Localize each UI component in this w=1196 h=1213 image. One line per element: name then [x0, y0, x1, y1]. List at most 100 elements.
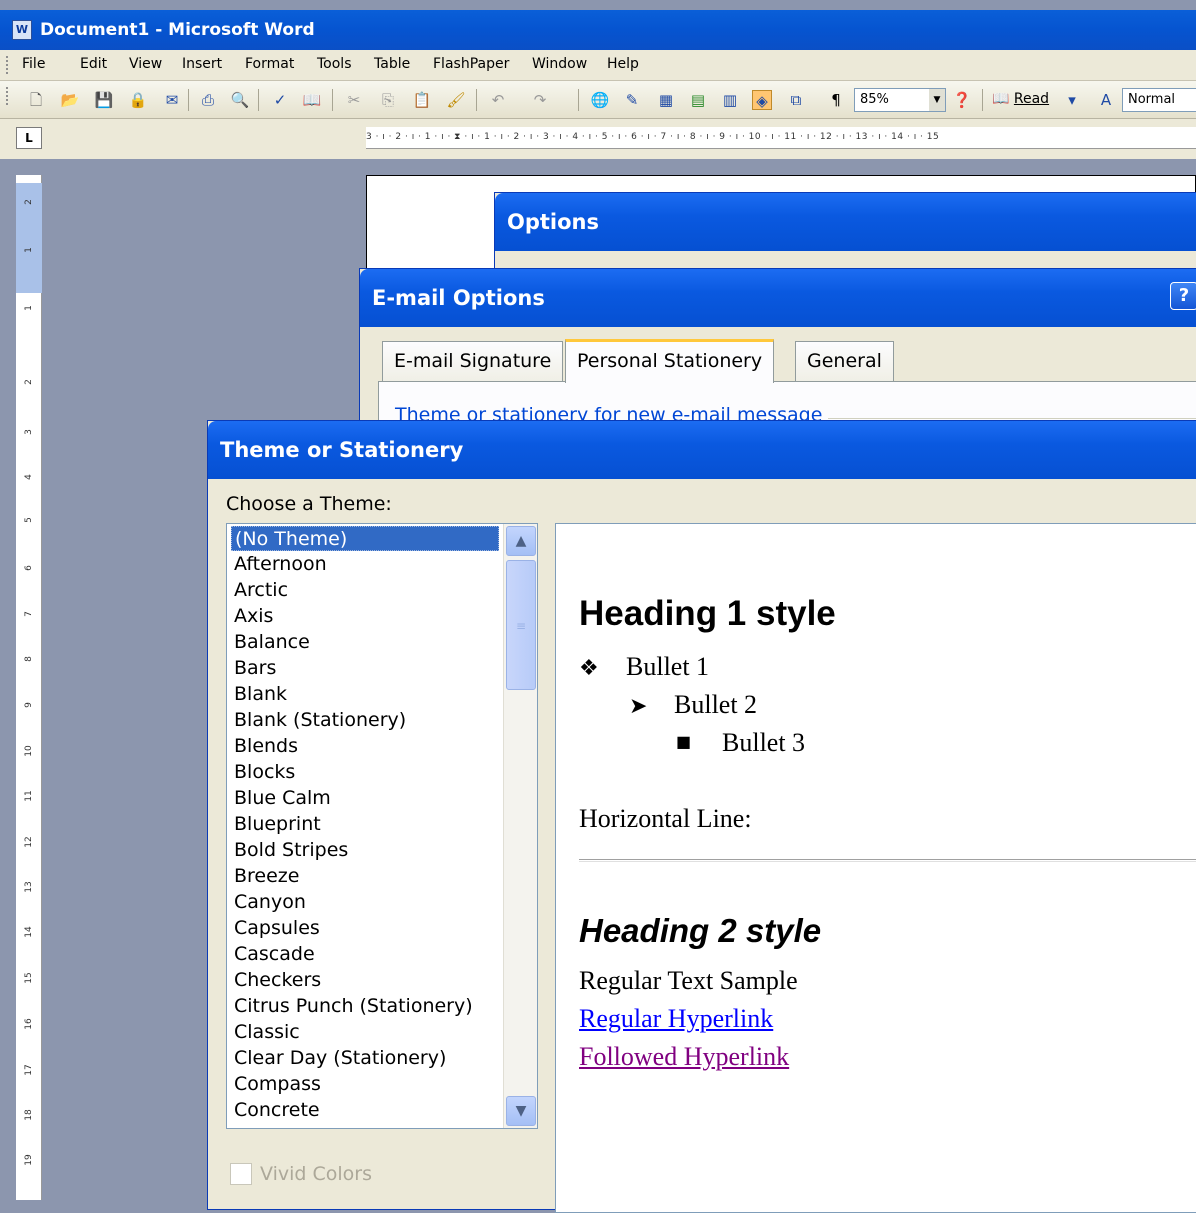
menu-table[interactable]: Table [374, 56, 410, 72]
toolbar-separator [258, 89, 259, 111]
options-dialog-title[interactable]: Options [495, 193, 1196, 251]
email-options-title-bar[interactable]: E-mail Options [360, 269, 1196, 327]
list-item[interactable]: Classic [231, 1020, 499, 1045]
new-document-icon[interactable]: 🗋 [26, 90, 46, 110]
list-item[interactable]: Blends [231, 734, 499, 759]
menu-edit[interactable]: Edit [80, 56, 107, 72]
word-icon[interactable]: W [12, 20, 32, 40]
list-item[interactable]: Blue Calm [231, 786, 499, 811]
zoom-select[interactable]: 85% ▼ [854, 88, 946, 112]
list-item[interactable]: Arctic [231, 578, 499, 603]
list-item[interactable]: Balance [231, 630, 499, 655]
vruler-mark: 5 [24, 517, 34, 523]
scroll-down-icon[interactable]: ▼ [506, 1096, 536, 1126]
vruler-mark: 13 [24, 881, 34, 893]
help-button[interactable]: ? [1170, 282, 1196, 310]
email-icon[interactable]: ✉ [162, 90, 182, 110]
list-item[interactable]: Blueprint [231, 812, 499, 837]
format-painter-icon[interactable]: 🖌 [446, 90, 466, 110]
list-item[interactable]: Clear Day (Stationery) [231, 1046, 499, 1071]
list-item[interactable]: Bold Stripes [231, 838, 499, 863]
toolbar-separator [332, 89, 333, 111]
preview-bullet2: Bullet 2 [674, 690, 758, 719]
help-icon[interactable]: ❓ [952, 90, 972, 110]
list-item[interactable]: Canyon [231, 890, 499, 915]
horizontal-ruler[interactable]: 3 · ı · 2 · ı · 1 · ı · ⧗ · ı · 1 · ı · … [366, 127, 1196, 149]
choose-theme-label: Choose a Theme: [226, 493, 392, 515]
drawing-icon[interactable]: ◈ [752, 90, 772, 110]
columns-icon[interactable]: ▥ [720, 90, 740, 110]
toolbar-options-icon[interactable]: ▾ [1062, 90, 1082, 110]
window-title-bar[interactable]: W Document1 - Microsoft Word [0, 10, 1196, 50]
four-diamonds-bullet-icon: ❖ [579, 656, 599, 681]
vruler-mark: 15 [24, 972, 34, 984]
undo-icon[interactable]: ↶ [488, 90, 508, 110]
print-preview-icon[interactable]: 🔍 [230, 90, 250, 110]
toolbar-separator [188, 89, 189, 111]
menu-tools[interactable]: Tools [317, 56, 352, 72]
list-item[interactable]: Afternoon [231, 552, 499, 577]
list-item[interactable]: Blocks [231, 760, 499, 785]
scroll-up-icon[interactable]: ▲ [506, 526, 536, 556]
theme-dialog-title: Theme or Stationery [220, 438, 464, 462]
document-map-icon[interactable]: ⧉ [786, 90, 806, 110]
chevron-down-icon[interactable]: ▼ [929, 89, 945, 111]
tab-email-signature[interactable]: E-mail Signature [382, 341, 564, 381]
list-item[interactable]: Cascade [231, 942, 499, 967]
menu-format[interactable]: Format [245, 56, 294, 72]
tables-borders-icon[interactable]: ✎ [622, 90, 642, 110]
copy-icon[interactable]: ⎘ [378, 90, 398, 110]
permission-icon[interactable]: 🔒 [128, 90, 148, 110]
theme-dialog-title-bar[interactable]: Theme or Stationery [208, 421, 1196, 479]
menu-flashpaper[interactable]: FlashPaper [433, 56, 509, 72]
list-item[interactable]: Compass [231, 1072, 499, 1097]
open-folder-icon[interactable]: 📂 [60, 90, 80, 110]
redo-icon[interactable]: ↷ [530, 90, 550, 110]
menu-file[interactable]: File [22, 56, 45, 72]
style-select[interactable]: Normal [1122, 88, 1196, 112]
vruler-mark: 1 [24, 247, 34, 253]
hyperlink-icon[interactable]: 🌐 [590, 90, 610, 110]
read-button[interactable]: 📖 Read [992, 91, 1049, 107]
research-icon[interactable]: 📖 [302, 90, 322, 110]
tab-personal-stationery[interactable]: Personal Stationery [565, 339, 775, 383]
vivid-colors-checkbox[interactable] [230, 1163, 252, 1185]
list-item[interactable]: Checkers [231, 968, 499, 993]
print-icon[interactable]: ⎙ [198, 90, 218, 110]
list-item[interactable]: Bars [231, 656, 499, 681]
menu-help[interactable]: Help [607, 56, 639, 72]
menu-window[interactable]: Window [532, 56, 587, 72]
cut-icon[interactable]: ✂ [344, 90, 364, 110]
list-scrollbar[interactable]: ▲ ≡ ▼ [503, 524, 537, 1128]
insert-excel-icon[interactable]: ▤ [688, 90, 708, 110]
list-item[interactable]: Breeze [231, 864, 499, 889]
list-item[interactable]: Concrete [231, 1098, 499, 1123]
list-item[interactable]: Axis [231, 604, 499, 629]
vruler-mark: 1 [24, 305, 34, 311]
insert-table-icon[interactable]: ▦ [656, 90, 676, 110]
spelling-icon[interactable]: ✓ [270, 90, 290, 110]
list-item[interactable]: Blank [231, 682, 499, 707]
vertical-ruler[interactable]: 2 1 1 2 3 4 5 6 7 8 9 10 11 12 13 14 15 … [16, 175, 42, 1200]
list-item[interactable]: Blank (Stationery) [231, 708, 499, 733]
styles-formatting-icon[interactable]: A [1096, 90, 1116, 110]
tab-selector-icon[interactable]: L [16, 127, 42, 149]
vruler-mark: 8 [24, 656, 34, 662]
menu-view[interactable]: View [129, 56, 162, 72]
vruler-mark: 17 [24, 1064, 34, 1076]
toolbar-grip-handle[interactable] [6, 87, 9, 105]
list-item[interactable]: Capsules [231, 916, 499, 941]
vruler-mark: 11 [24, 790, 34, 802]
show-hide-icon[interactable]: ¶ [826, 90, 846, 110]
tab-general[interactable]: General [795, 341, 894, 381]
theme-listbox[interactable]: (No Theme) Afternoon Arctic Axis Balance… [226, 523, 538, 1129]
menu-bar: File Edit View Insert Format Tools Table… [0, 50, 1196, 81]
save-icon[interactable]: 💾 [94, 90, 114, 110]
toolbar-separator [982, 89, 983, 111]
list-item[interactable]: (No Theme) [231, 526, 499, 551]
list-item[interactable]: Citrus Punch (Stationery) [231, 994, 499, 1019]
grip-handle[interactable] [6, 56, 9, 74]
scroll-thumb[interactable]: ≡ [506, 560, 536, 690]
paste-icon[interactable]: 📋 [412, 90, 432, 110]
menu-insert[interactable]: Insert [182, 56, 222, 72]
